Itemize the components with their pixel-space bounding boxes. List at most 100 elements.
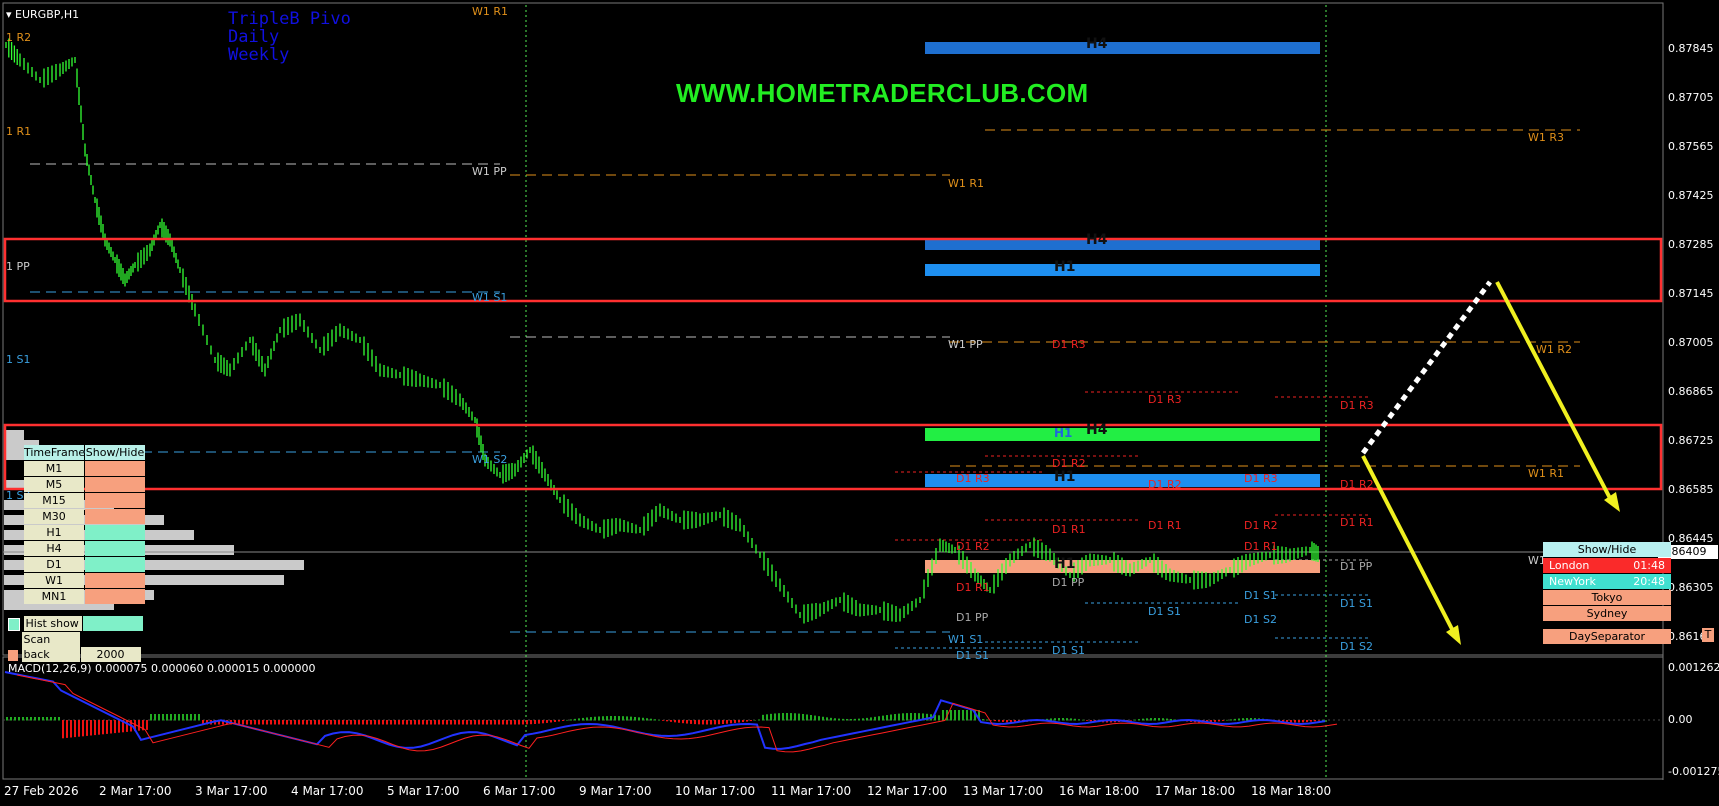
tf-toggle[interactable]: [85, 461, 145, 476]
macd-bar: [790, 713, 792, 721]
macd-bar: [962, 710, 964, 721]
scan-back-row[interactable]: Scan back 2000: [8, 632, 146, 662]
macd-bar: [686, 720, 688, 724]
macd-bar: [986, 719, 988, 721]
macd-bar: [382, 720, 384, 725]
pivot-label: W1 R3: [1528, 131, 1565, 144]
macd-bar: [1150, 718, 1152, 721]
macd-bar: [1230, 719, 1232, 721]
macd-bar: [1306, 720, 1308, 723]
session-show-hide-button[interactable]: Show/Hide: [1543, 542, 1671, 557]
macd-bar: [774, 713, 776, 721]
macd-bar: [70, 720, 72, 738]
tf-row-m30[interactable]: M30: [24, 509, 146, 524]
tf-header: TimeFrame: [24, 445, 86, 460]
tf-toggle[interactable]: [85, 557, 145, 572]
macd-bar: [346, 720, 348, 725]
pivot-label: W1 S1: [472, 291, 508, 304]
macd-bar: [110, 720, 112, 734]
zone-label: H4: [1086, 232, 1108, 248]
tf-label: W1: [24, 573, 84, 588]
macd-bar: [1310, 720, 1312, 722]
macd-bar: [330, 720, 332, 725]
time-tick: 16 Mar 18:00: [1059, 784, 1140, 798]
macd-bar: [630, 716, 632, 721]
price-tick: 0.87845: [1668, 42, 1714, 55]
macd-bar: [1086, 720, 1088, 721]
macd-bar: [390, 720, 392, 725]
zone-h4: [925, 428, 1320, 441]
pivot-label: D1 R3: [956, 472, 990, 485]
tf-row-h1[interactable]: H1: [24, 525, 146, 540]
macd-bar: [818, 716, 820, 721]
t-button[interactable]: T: [1702, 628, 1714, 642]
time-tick: 13 Mar 17:00: [963, 784, 1044, 798]
macd-bar: [1090, 720, 1092, 722]
macd-bar: [654, 719, 656, 721]
symbol-label[interactable]: ▾ EURGBP,H1: [6, 8, 79, 21]
day-separator-button[interactable]: DaySeparator: [1543, 629, 1671, 644]
pivot-label: D1 S1: [1148, 605, 1181, 618]
macd-bar: [194, 714, 196, 721]
tf-row-m1[interactable]: M1: [24, 461, 146, 476]
session-sydney[interactable]: Sydney: [1543, 606, 1671, 621]
chart-canvas[interactable]: [0, 0, 1719, 806]
tf-toggle[interactable]: [85, 589, 145, 604]
tf-toggle[interactable]: [85, 541, 145, 556]
tf-toggle[interactable]: [85, 573, 145, 588]
macd-bar: [562, 720, 564, 721]
macd-bar: [502, 720, 504, 725]
tf-toggle[interactable]: [85, 493, 145, 508]
macd-bar: [98, 720, 100, 735]
macd-tick: 0.001262: [1668, 661, 1719, 674]
macd-bar: [342, 720, 344, 725]
tf-row-w1[interactable]: W1: [24, 573, 146, 588]
macd-bar: [270, 720, 272, 725]
tf-label: M5: [24, 477, 84, 492]
macd-bar: [550, 720, 552, 723]
session-panel: Show/Hide London 01:48 NewYork 20:48 Tokyo…: [1543, 542, 1671, 645]
macd-bar: [118, 720, 120, 733]
time-tick: 11 Mar 17:00: [771, 784, 852, 798]
tf-row-mn1[interactable]: MN1: [24, 589, 146, 604]
macd-bar: [714, 720, 716, 725]
macd-bar: [854, 718, 856, 721]
hist-show-row[interactable]: Hist show: [8, 616, 146, 631]
pivot-label: D1 PP: [1340, 560, 1373, 573]
session-newyork[interactable]: NewYork 20:48: [1543, 574, 1671, 589]
tf-row-m5[interactable]: M5: [24, 477, 146, 492]
tf-toggle[interactable]: [85, 525, 145, 540]
hist-show-state[interactable]: [82, 616, 143, 631]
macd-bar: [558, 720, 560, 722]
macd-bar: [374, 720, 376, 725]
macd-bar: [658, 719, 660, 721]
pivot-label: D1 R3: [1052, 338, 1086, 351]
macd-bar: [594, 716, 596, 721]
macd-bar: [1170, 718, 1172, 721]
zone-label: H1: [1054, 426, 1073, 440]
hist-checkbox[interactable]: [8, 617, 20, 631]
scan-back-input[interactable]: 2000: [80, 647, 141, 662]
macd-bar: [602, 716, 604, 721]
session-tokyo[interactable]: Tokyo: [1543, 590, 1671, 605]
session-name: London: [1549, 559, 1590, 572]
pivot-label: 1 R2: [6, 31, 32, 44]
tf-row-h4[interactable]: H4: [24, 541, 146, 556]
scan-checkbox[interactable]: [8, 649, 18, 661]
macd-bar: [338, 720, 340, 725]
tf-toggle[interactable]: [85, 477, 145, 492]
macd-bar: [894, 714, 896, 721]
tf-row-m15[interactable]: M15: [24, 493, 146, 508]
macd-bar: [266, 720, 268, 725]
macd-bar: [858, 718, 860, 721]
macd-bar: [874, 716, 876, 721]
macd-bar: [478, 720, 480, 725]
price-tick: 0.86305: [1668, 581, 1714, 594]
session-london[interactable]: London 01:48: [1543, 558, 1671, 573]
macd-bar: [814, 715, 816, 721]
macd-bar: [582, 717, 584, 721]
tf-toggle[interactable]: [85, 509, 145, 524]
tf-row-d1[interactable]: D1: [24, 557, 146, 572]
macd-bar: [982, 719, 984, 721]
price-tick: 0.87425: [1668, 189, 1714, 202]
